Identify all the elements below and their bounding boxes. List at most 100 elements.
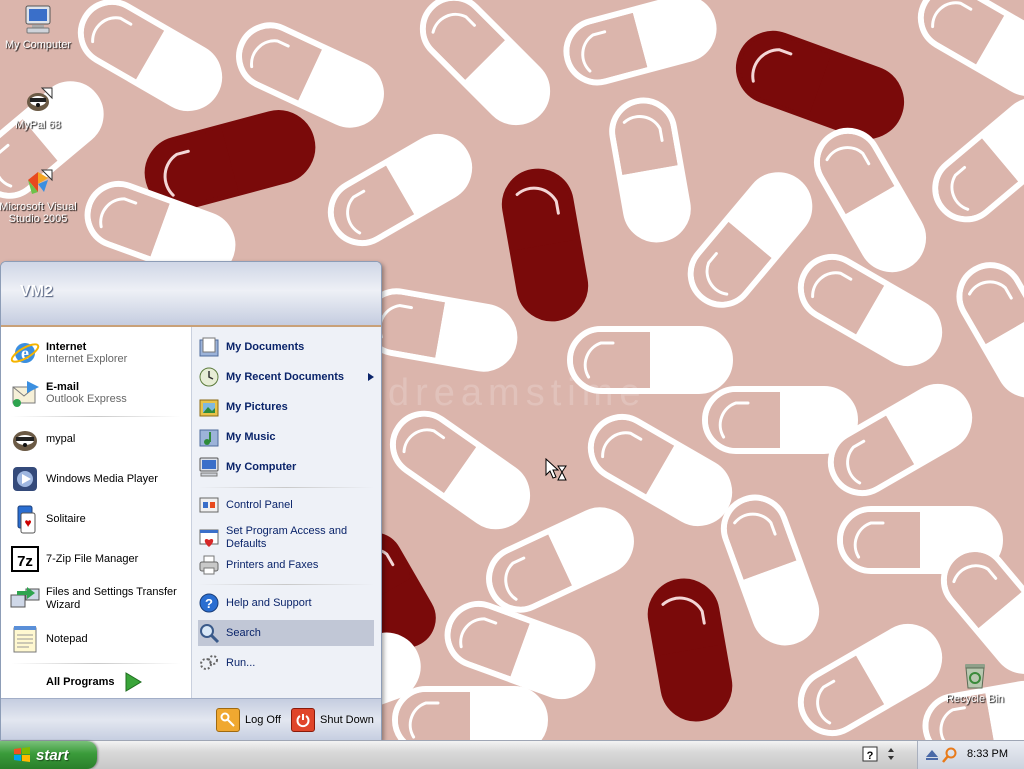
start-menu-left-pane: e Internet Internet Explorer E-mail Outloo… [1,327,191,698]
7zip-icon: 7z [9,543,41,575]
recent-item-mypal[interactable]: mypal [9,421,185,457]
green-arrow-icon [125,672,143,692]
start-menu: VM2 e Internet Internet Explorer E-mail Ou… [0,261,382,741]
place-item-my-music[interactable]: My Music [198,424,374,450]
recent-documents-icon [198,366,220,388]
system-item-printers[interactable]: Printers and Faxes [198,552,374,578]
pill-shape [327,134,473,246]
power-icon [291,708,315,732]
control-panel-icon [198,494,220,516]
pill-shape [362,288,518,372]
transfer-wizard-icon [9,583,41,615]
place-item-label: My Music [226,431,276,443]
recent-item-solitaire[interactable]: ♥ Solitaire [9,501,185,537]
recent-item-label: Files and Settings Transfer Wizard [46,586,177,611]
pill-shape [392,686,548,740]
system-item-label: Set Program Access and Defaults [226,525,348,550]
pinned-item-title: E-mail [46,381,80,393]
log-off-button[interactable]: Log Off [216,708,281,732]
pill-shape [609,97,691,243]
solitaire-icon: ♥ [9,503,41,535]
internet-explorer-icon: e [9,337,41,369]
show-hide-arrow-icon[interactable] [886,746,896,762]
search-tray-icon[interactable] [942,747,958,763]
notepad-icon [9,623,41,655]
hourglass-cursor-icon [545,458,567,481]
svg-text:7z: 7z [17,553,33,570]
svg-text:?: ? [205,596,213,611]
watermark: dreamstime [388,372,647,414]
system-item-control-panel[interactable]: Control Panel [198,492,374,518]
pinned-item-internet[interactable]: e Internet Internet Explorer [9,335,185,371]
mypal-icon [22,84,54,116]
place-item-my-pictures[interactable]: My Pictures [198,394,374,420]
recycle-bin-icon [959,658,991,690]
eject-icon[interactable] [925,748,939,762]
place-item-my-documents[interactable]: My Documents [198,334,374,360]
system-item-label: Printers and Faxes [226,558,319,571]
recent-item-7zip[interactable]: 7z 7-Zip File Manager [9,541,185,577]
pill-shape [647,578,733,722]
start-label: start [36,746,69,764]
separator [198,487,374,488]
system-item-program-access[interactable]: Set Program Access and Defaults [198,520,374,556]
svg-text:?: ? [867,750,874,762]
help-item-label: Help and Support [226,596,312,609]
submenu-arrow-icon [368,373,374,381]
music-icon [198,426,220,448]
pill-shape [501,168,589,322]
windows-logo-icon [14,747,30,762]
recent-item-windows-media-player[interactable]: Windows Media Player [9,461,185,497]
recent-item-label: mypal [46,432,76,445]
outlook-express-icon [9,377,41,409]
start-button[interactable]: start [0,741,97,769]
desktop-icon-label: My Computer [4,39,72,51]
all-programs-label: All Programs [46,676,115,688]
svg-text:♥: ♥ [24,516,31,530]
help-window-icon[interactable]: ? [862,746,878,762]
pill-shape [917,0,1024,96]
place-item-my-computer[interactable]: My Computer [198,454,374,480]
pill-shape [389,410,531,530]
help-item-search[interactable]: Search [198,620,374,646]
place-item-label: My Pictures [226,401,288,413]
start-menu-right-pane: My Documents My Recent Documents My Pict… [191,327,381,698]
run-icon [198,652,220,674]
desktop-icon-label: MyPal 68 [15,119,61,131]
pinned-item-email[interactable]: E-mail Outlook Express [9,375,185,411]
pinned-item-subtitle: Outlook Express [46,393,127,405]
desktop-icon-my-computer[interactable]: My Computer [0,4,78,51]
desktop-icon-label: Recycle Bin [945,693,1005,705]
log-off-label: Log Off [245,714,281,726]
visual-studio-icon [22,166,54,198]
place-item-label: My Recent Documents [226,371,344,383]
user-name: VM2 [20,283,53,300]
pill-shape [419,0,551,126]
place-item-my-recent-documents[interactable]: My Recent Documents [198,364,374,390]
separator [11,416,181,417]
recent-item-notepad[interactable]: Notepad [9,621,185,657]
pill-shape [702,386,858,454]
computer-icon [22,4,54,36]
separator [198,584,374,585]
recent-item-label: 7-Zip File Manager [46,552,139,565]
desktop-icon-label: Microsoft Visual Studio 2005 [0,201,77,225]
help-item-help-support[interactable]: ? Help and Support [198,590,374,616]
printer-icon [198,554,220,576]
desktop-icon-mypal[interactable]: MyPal 68 [0,84,78,131]
mypal-icon [9,423,41,455]
documents-icon [198,336,220,358]
desktop-icon-recycle-bin[interactable]: Recycle Bin [935,658,1015,705]
clock: 8:33 PM [967,748,1008,760]
desktop-icon-visual-studio[interactable]: Microsoft Visual Studio 2005 [0,166,78,225]
recent-item-transfer-wizard[interactable]: Files and Settings Transfer Wizard [9,581,185,617]
all-programs-button[interactable]: All Programs [46,671,143,693]
shut-down-button[interactable]: Shut Down [291,708,374,732]
help-icon: ? [198,592,220,614]
help-item-label: Search [226,626,261,639]
computer-icon [198,456,220,478]
help-item-run[interactable]: Run... [198,650,374,676]
system-item-label: Control Panel [226,498,293,511]
pill-shape [932,97,1024,223]
pinned-item-subtitle: Internet Explorer [46,353,128,365]
